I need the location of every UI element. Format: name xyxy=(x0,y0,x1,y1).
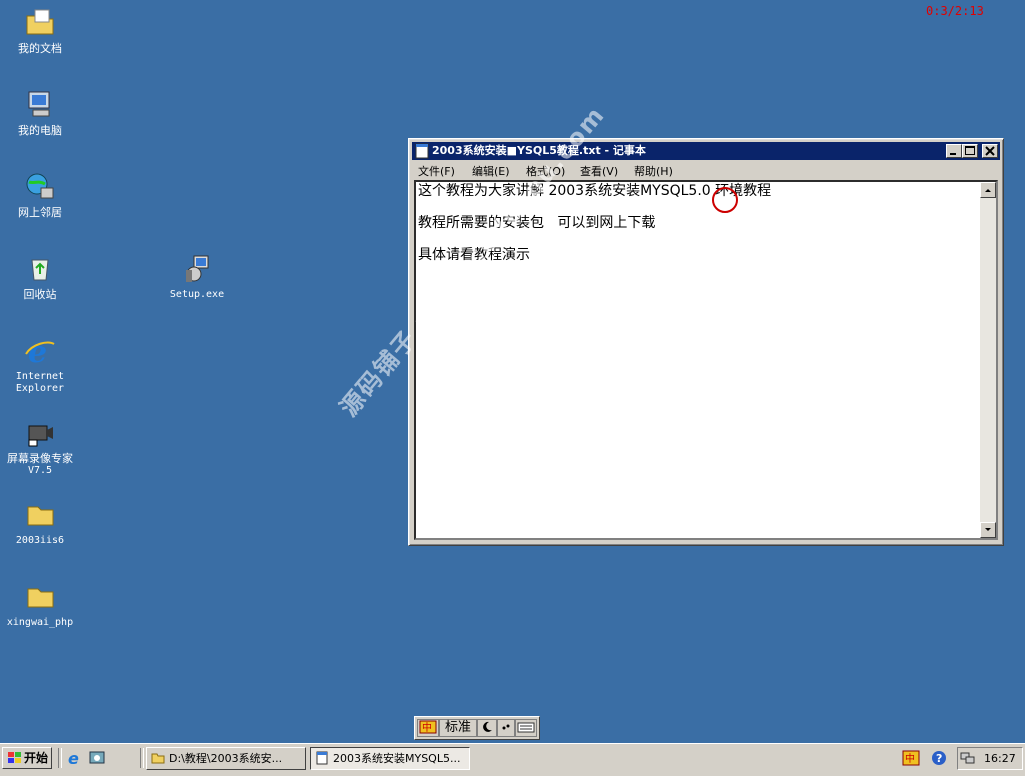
desktop-icon-label: 我的文档 xyxy=(18,42,62,55)
svg-text:e: e xyxy=(28,335,47,368)
notepad-icon xyxy=(415,143,429,159)
window-titlebar[interactable]: 2003系统安装■YSQL5教程.txt - 记事本 xyxy=(412,142,1000,160)
desktop-icon-label: 回收站 xyxy=(23,288,57,301)
menu-edit[interactable]: 编辑(E) xyxy=(472,163,510,179)
ie-quicklaunch-icon[interactable]: e xyxy=(66,749,84,767)
scroll-down-button[interactable] xyxy=(980,522,996,538)
show-desktop-icon[interactable] xyxy=(88,749,106,767)
internet-explorer-icon: e xyxy=(25,335,55,368)
recording-timer: 0:3/2:13 xyxy=(926,4,984,18)
folder-icon xyxy=(27,588,54,608)
ime-logo-icon: 中 xyxy=(419,720,437,734)
menu-bar: 文件(F) 编辑(E) 格式(O) 查看(V) 帮助(H) xyxy=(412,161,1000,179)
ime-keyboard-button[interactable] xyxy=(515,719,537,737)
desktop-icon-label: Internet xyxy=(15,371,65,382)
maximize-icon xyxy=(965,146,975,155)
svg-text:e: e xyxy=(68,749,79,767)
punctuation-icon xyxy=(502,724,510,730)
windows-logo-icon xyxy=(8,752,21,763)
mouse-cursor-highlight xyxy=(712,187,738,213)
desktop-icon-network[interactable]: 网上邻居 xyxy=(0,170,80,219)
close-icon xyxy=(985,146,995,156)
desktop-icon-label: Explorer xyxy=(15,383,65,394)
menu-help[interactable]: 帮助(H) xyxy=(634,163,673,179)
menu-file[interactable]: 文件(F) xyxy=(418,163,455,179)
desktop-icon-folder-2003iis6[interactable]: 2003iis6 xyxy=(0,498,80,547)
maximize-button[interactable] xyxy=(962,144,978,158)
help-icon[interactable]: ? xyxy=(930,749,948,767)
arrow-up-icon xyxy=(985,189,991,192)
ime-toolbar[interactable]: 中 标准 xyxy=(414,716,540,740)
close-button[interactable] xyxy=(982,144,998,158)
vertical-scrollbar[interactable] xyxy=(980,182,996,538)
system-tray: 16:27 xyxy=(957,747,1023,770)
scroll-up-button[interactable] xyxy=(980,182,996,198)
quicklaunch-divider xyxy=(58,748,62,768)
ime-punctuation-button[interactable] xyxy=(497,719,515,737)
task-label: D:\教程\2003系统安... xyxy=(169,752,283,765)
ime-logo-button[interactable]: 中 xyxy=(417,719,439,737)
recycle-bin-icon xyxy=(31,259,49,281)
desktop-icon-setup-exe[interactable]: Setup.exe xyxy=(157,252,237,301)
network-globe-icon xyxy=(26,173,54,199)
desktop-icon-folder-xingwai-php[interactable]: xingwai_php xyxy=(0,580,80,629)
desktop-icon-label: Setup.exe xyxy=(169,289,225,300)
svg-text:?: ? xyxy=(936,752,942,765)
desktop-icon-label: 2003iis6 xyxy=(15,535,65,546)
start-button[interactable]: 开始 xyxy=(2,747,52,769)
folder-documents-icon xyxy=(26,9,54,35)
camera-icon xyxy=(28,425,53,447)
text-line: 具体请看教程演示 xyxy=(418,247,530,263)
desktop-icon-internet-explorer[interactable]: e Internet Explorer xyxy=(0,334,80,395)
folder-icon xyxy=(27,506,54,526)
desktop-icon-label: 我的电脑 xyxy=(18,124,62,137)
desktop-icon-label: 屏幕录像专家 xyxy=(7,452,73,465)
moon-icon xyxy=(483,721,492,732)
computer-icon xyxy=(28,91,50,117)
folder-icon xyxy=(151,753,165,764)
task-button-notepad[interactable]: 2003系统安装MYSQL5... xyxy=(310,747,470,770)
desktop-icon-label: xingwai_php xyxy=(6,617,74,628)
task-button-explorer[interactable]: D:\教程\2003系统安... xyxy=(146,747,306,770)
keyboard-icon xyxy=(517,722,535,733)
ime-halfwidth-button[interactable] xyxy=(477,719,497,737)
desktop-icon-label: V7.5 xyxy=(27,465,53,476)
desktop-icon-label: 网上邻居 xyxy=(18,206,62,219)
taskbar: 开始 e D:\教程\2003系统安... 2003系统安装MYSQL5... … xyxy=(0,743,1025,776)
ime-mode-button[interactable]: 标准 xyxy=(439,719,477,737)
start-label: 开始 xyxy=(24,751,49,765)
desktop-icon-screen-recorder[interactable]: 屏幕录像专家 V7.5 xyxy=(0,416,80,477)
minimize-button[interactable] xyxy=(946,144,962,158)
svg-text:中: 中 xyxy=(422,721,432,734)
desktop-icon-my-documents[interactable]: 我的文档 xyxy=(0,6,80,55)
taskbar-divider xyxy=(140,748,144,768)
arrow-down-icon xyxy=(985,528,991,531)
ime-tray-icon[interactable]: 中 xyxy=(902,749,920,767)
setup-installer-icon xyxy=(186,255,209,282)
minimize-icon xyxy=(950,153,956,155)
menu-view[interactable]: 查看(V) xyxy=(580,163,618,179)
svg-text:中: 中 xyxy=(905,752,915,765)
task-label: 2003系统安装MYSQL5... xyxy=(333,752,461,765)
network-tray-icon[interactable] xyxy=(960,750,976,766)
notepad-icon xyxy=(316,751,328,765)
clock[interactable]: 16:27 xyxy=(984,752,1016,765)
desktop-icon-recycle-bin[interactable]: 回收站 xyxy=(0,252,80,301)
desktop-icon-my-computer[interactable]: 我的电脑 xyxy=(0,88,80,137)
